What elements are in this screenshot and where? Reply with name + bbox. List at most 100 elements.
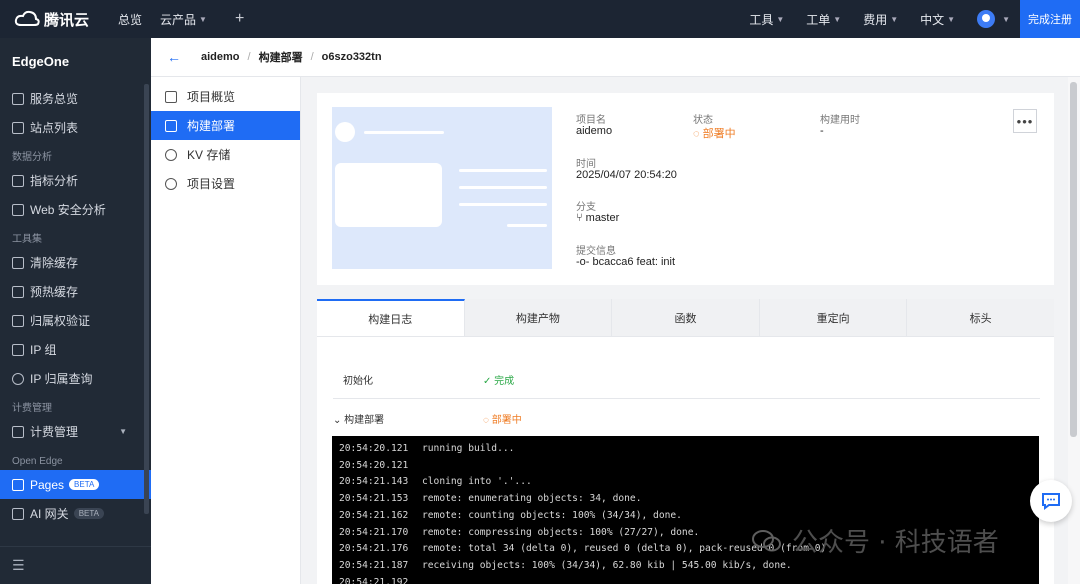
pages-icon xyxy=(12,478,24,491)
chevron-down-icon: ▼ xyxy=(1002,14,1010,24)
log-timestamp: 20:54:21.170 xyxy=(339,526,409,538)
log-line: 20:54:21.187 receiving objects: 100% (34/… xyxy=(339,558,1032,575)
build-log-terminal[interactable]: 20:54:20.121 running build... 20:54:20.121… xyxy=(332,436,1039,584)
log-line: 20:54:21.192 xyxy=(339,575,1032,584)
sidebar-item-label: 指标分析 xyxy=(30,174,79,188)
sidebar-item-metrics[interactable]: 指标分析 xyxy=(0,166,151,195)
chevron-down-icon: ▼ xyxy=(776,14,785,24)
more-actions-button[interactable]: ••• xyxy=(1013,109,1037,133)
plus-icon[interactable]: + xyxy=(235,10,244,28)
sidebar-item-pages[interactable]: Pages BETA xyxy=(0,470,151,499)
breadcrumb: ← aidemo / 构建部署 / o6szo332tn xyxy=(151,38,1080,77)
submenu-item-overview[interactable]: 项目概览 xyxy=(151,82,300,111)
sidebar-item-purge-cache[interactable]: 清除缓存 xyxy=(0,248,151,277)
log-message: cloning into '.'... xyxy=(422,476,532,488)
collapse-sidebar-icon[interactable]: ☰ xyxy=(0,546,151,584)
log-message: receiving objects: 100% (34/34), 62.80 k… xyxy=(422,559,792,571)
tencent-cloud-logo[interactable]: 腾讯云 xyxy=(14,9,100,30)
grid-icon xyxy=(165,90,177,103)
chat-support-button[interactable] xyxy=(1030,480,1072,522)
sidebar-item-prefetch-cache[interactable]: 预热缓存 xyxy=(0,277,151,306)
chevron-down-icon: ▼ xyxy=(199,14,207,24)
products-label: 云产品 xyxy=(160,12,197,27)
search-icon xyxy=(12,372,24,385)
sidebar-item-web-security[interactable]: Web 安全分析 xyxy=(0,195,151,224)
wechat-icon xyxy=(752,529,781,551)
log-timestamp: 20:54:20.121 xyxy=(339,443,409,454)
tab-redirects[interactable]: 重定向 xyxy=(759,299,908,336)
breadcrumb-project[interactable]: aidemo xyxy=(201,51,240,63)
tab-build-log[interactable]: 构建日志 xyxy=(317,299,465,336)
product-title: EdgeOne xyxy=(12,54,70,69)
complete-registration-button[interactable]: 完成注册 xyxy=(1020,0,1080,38)
beta-badge: BETA xyxy=(69,479,100,490)
submenu-item-settings[interactable]: 项目设置 xyxy=(151,169,300,198)
log-timestamp: 20:54:21.176 xyxy=(339,543,409,555)
step-name-wrap: ⌄ 构建部署 xyxy=(333,411,483,426)
status-value: 部署中 xyxy=(702,128,736,140)
branch-label: 分支 xyxy=(576,202,596,213)
sidebar-item-ip-group[interactable]: IP 组 xyxy=(0,335,151,364)
tickets-menu[interactable]: 工单 ▼ xyxy=(806,11,841,28)
tab-headers[interactable]: 标头 xyxy=(907,299,1054,336)
watermark-text: 公众号 · 科技语者 xyxy=(792,528,999,558)
sidebar-item-ownership-verify[interactable]: 归属权验证 xyxy=(0,306,151,335)
sidebar-item-ip-lookup[interactable]: IP 归属查询 xyxy=(0,364,151,393)
sidebar-group-open-edge: Open Edge xyxy=(12,456,63,467)
verify-icon xyxy=(12,314,24,327)
log-tabs: 构建日志 构建产物 函数 重定向 标头 xyxy=(317,299,1054,337)
sidebar-item-site-list[interactable]: 站点列表 xyxy=(0,113,151,142)
ip-icon xyxy=(12,343,24,356)
billing-label: 费用 xyxy=(863,12,888,27)
sidebar-item-ai-gateway[interactable]: AI 网关 BETA xyxy=(0,499,151,528)
branch-value: master xyxy=(585,212,620,224)
avatar[interactable] xyxy=(977,10,996,28)
log-timestamp: 20:54:21.162 xyxy=(339,509,409,521)
gear-icon xyxy=(165,177,177,190)
back-arrow-icon[interactable]: ← xyxy=(167,49,181,65)
project-name-label: 项目名 xyxy=(576,115,606,126)
sidebar-item-billing[interactable]: 计费管理 ▼ xyxy=(0,417,151,446)
database-icon xyxy=(165,148,177,161)
breadcrumb-section[interactable]: 构建部署 xyxy=(259,49,303,65)
sidebar-item-label: AI 网关 xyxy=(30,507,69,521)
preview-line xyxy=(459,186,547,189)
sidebar-group-tools: 工具集 xyxy=(12,234,42,245)
step-name: 初始化 xyxy=(343,376,373,387)
tab-build-artifacts[interactable]: 构建产物 xyxy=(464,299,613,336)
top-navbar: 腾讯云 总览 云产品 ▼ + 工具 ▼ 工单 ▼ 费用 ▼ 中文 ▼ ▼ 完成注册 xyxy=(0,0,1080,38)
sidebar-scrollbar[interactable] xyxy=(144,84,149,514)
log-line: 20:54:20.121 running build... xyxy=(339,441,1032,458)
duration-label: 构建用时 xyxy=(820,115,860,126)
step-status-text: 部署中 xyxy=(491,414,522,426)
project-name-value: aidemo xyxy=(576,125,613,137)
upload-icon xyxy=(165,119,177,132)
language-label: 中文 xyxy=(920,12,945,27)
site-preview-thumbnail xyxy=(332,107,552,269)
page-scrollbar[interactable] xyxy=(1070,82,1077,437)
time-label: 时间 xyxy=(576,159,596,170)
account-menu[interactable]: ▼ xyxy=(999,15,1010,24)
step-build-row[interactable]: ⌄ 构建部署 ◌ 部署中 xyxy=(333,399,1040,437)
log-timestamp: 20:54:20.121 xyxy=(339,459,409,471)
cloud-logo-icon xyxy=(14,10,40,26)
git-commit-icon: -o- xyxy=(576,256,593,268)
billing-menu[interactable]: 费用 ▼ xyxy=(863,11,898,28)
tools-menu[interactable]: 工具 ▼ xyxy=(749,11,784,28)
log-timestamp: 20:54:21.143 xyxy=(339,476,409,488)
sidebar-item-service-overview[interactable]: 服务总览 xyxy=(0,84,151,113)
submenu-item-build-deploy[interactable]: 构建部署 xyxy=(151,111,300,140)
sidebar-item-label: 归属权验证 xyxy=(30,314,91,328)
tab-functions[interactable]: 函数 xyxy=(612,299,760,336)
branch-row: ⑂ master xyxy=(576,212,619,224)
preview-line xyxy=(459,203,547,206)
products-menu[interactable]: 云产品 ▼ xyxy=(160,11,207,28)
overview-link[interactable]: 总览 xyxy=(118,11,142,28)
log-timestamp: 20:54:21.187 xyxy=(339,559,409,571)
submenu-item-label: 项目设置 xyxy=(187,177,236,191)
preview-circle xyxy=(335,122,355,142)
language-menu[interactable]: 中文 ▼ xyxy=(920,11,955,28)
submenu-item-kv-storage[interactable]: KV 存储 xyxy=(151,140,300,169)
chevron-down-icon: ▼ xyxy=(890,14,899,24)
log-message: remote: counting objects: 100% (34/34), … xyxy=(422,509,682,521)
